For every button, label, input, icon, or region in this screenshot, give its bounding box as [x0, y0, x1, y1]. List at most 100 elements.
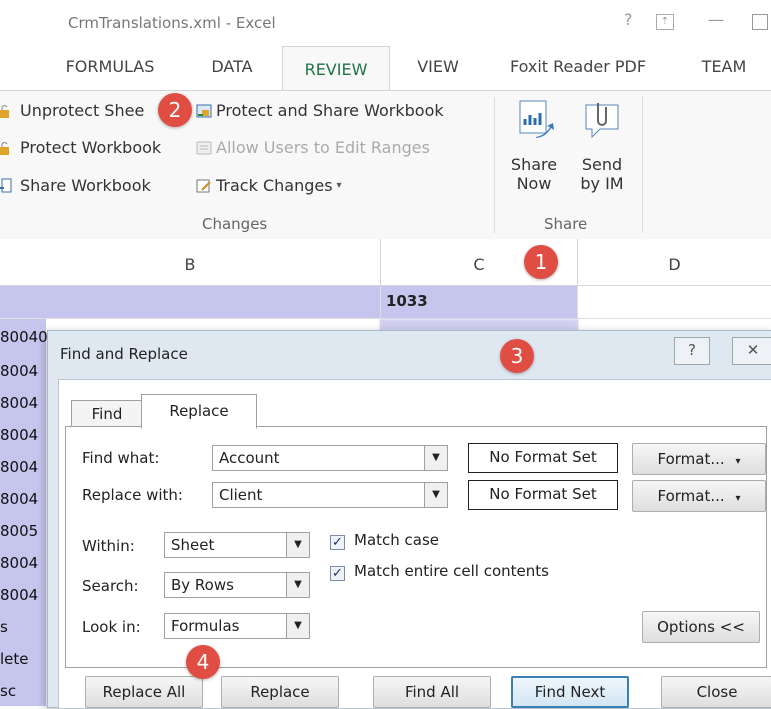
- find-format-button[interactable]: Format... ▾: [632, 443, 766, 475]
- replace-with-label: Replace with:: [82, 486, 183, 504]
- allow-users-icon: [196, 140, 212, 156]
- tab-team[interactable]: TEAM: [686, 44, 762, 90]
- share-now-button[interactable]: Share Now: [506, 99, 562, 207]
- annotation-badge-4: 4: [186, 645, 220, 679]
- find-what-input[interactable]: Account ▼: [212, 445, 448, 471]
- title-bar: CrmTranslations.xml - Excel ? ⇡ —: [0, 0, 771, 44]
- replace-with-input[interactable]: Client ▼: [212, 482, 448, 508]
- find-what-value: Account: [219, 449, 280, 467]
- share-workbook-icon: [0, 178, 16, 194]
- window-title: CrmTranslations.xml - Excel: [68, 14, 276, 32]
- find-what-label: Find what:: [82, 449, 160, 467]
- minimize-button[interactable]: —: [708, 10, 724, 29]
- look-in-value: Formulas: [171, 617, 240, 635]
- unprotect-sheet-label: Unprotect Shee: [20, 101, 145, 120]
- dialog-title: Find and Replace: [60, 345, 188, 363]
- help-icon[interactable]: ?: [624, 10, 633, 29]
- options-button[interactable]: Options <<: [642, 611, 760, 643]
- column-headers: B C D: [0, 239, 771, 286]
- annotation-badge-2: 2: [158, 93, 192, 127]
- chevron-down-icon: ▾: [735, 456, 741, 467]
- maximize-button[interactable]: [752, 14, 768, 30]
- column-header-d[interactable]: D: [578, 239, 771, 285]
- dialog-body: Find Replace Find what: Account ▼ No For…: [58, 379, 771, 709]
- tab-foxit-reader-pdf[interactable]: Foxit Reader PDF: [500, 44, 656, 90]
- within-select[interactable]: Sheet ▼: [164, 532, 310, 558]
- protect-share-icon: [196, 103, 212, 119]
- replace-tab-panel: Find what: Account ▼ No Format Set Forma…: [65, 426, 767, 668]
- replace-format-button[interactable]: Format... ▾: [632, 480, 766, 512]
- cell-c1[interactable]: 1033: [386, 292, 428, 310]
- tab-review[interactable]: REVIEW: [282, 46, 390, 94]
- dialog-help-button[interactable]: ?: [674, 337, 710, 365]
- group-separator: [494, 97, 495, 233]
- tab-find[interactable]: Find: [71, 400, 143, 427]
- replace-with-value: Client: [219, 486, 263, 504]
- chevron-down-icon[interactable]: ▼: [424, 446, 447, 470]
- format-button-label: Format...: [657, 450, 725, 468]
- column-header-b[interactable]: B: [0, 239, 381, 285]
- annotation-badge-3: 3: [500, 339, 534, 373]
- within-label: Within:: [82, 537, 135, 555]
- find-format-preview: No Format Set: [468, 443, 618, 473]
- find-next-button[interactable]: Find Next: [511, 676, 629, 708]
- tab-replace[interactable]: Replace: [141, 394, 257, 429]
- allow-users-edit-ranges-button[interactable]: Allow Users to Edit Ranges: [196, 138, 430, 157]
- share-workbook-label: Share Workbook: [20, 176, 151, 195]
- find-all-button[interactable]: Find All: [373, 676, 491, 708]
- within-value: Sheet: [171, 536, 215, 554]
- close-button[interactable]: Close: [661, 676, 771, 708]
- match-case-label[interactable]: Match case: [354, 531, 439, 549]
- send-im-line2: by IM: [580, 174, 624, 193]
- tab-replace-label: Replace: [169, 402, 229, 420]
- search-value: By Rows: [171, 576, 234, 594]
- lock-icon: [0, 140, 16, 156]
- chevron-down-icon[interactable]: ▼: [286, 614, 309, 638]
- tab-find-label: Find: [91, 405, 123, 423]
- share-group-label: Share: [544, 215, 588, 233]
- replace-button[interactable]: Replace: [221, 676, 339, 708]
- tab-view[interactable]: VIEW: [400, 44, 476, 90]
- share-now-line2: Now: [516, 174, 552, 193]
- dialog-close-icon[interactable]: ✕: [732, 337, 771, 365]
- replace-format-preview: No Format Set: [468, 480, 618, 510]
- search-label: Search:: [82, 577, 139, 595]
- look-in-select[interactable]: Formulas ▼: [164, 613, 310, 639]
- send-by-im-button[interactable]: Send by IM: [572, 99, 632, 207]
- ribbon-display-icon[interactable]: ⇡: [656, 14, 674, 30]
- replace-all-button[interactable]: Replace All: [85, 676, 203, 708]
- chevron-down-icon[interactable]: ▼: [286, 533, 309, 557]
- track-changes-button[interactable]: Track Changes ▾: [196, 176, 342, 195]
- send-im-icon: [585, 103, 619, 139]
- protect-share-label: Protect and Share Workbook: [216, 101, 444, 120]
- annotation-badge-1: 1: [524, 245, 558, 279]
- share-workbook-button[interactable]: Share Workbook: [0, 176, 151, 195]
- track-changes-label: Track Changes: [216, 176, 333, 195]
- ribbon: Unprotect Shee Protect Workbook Share Wo…: [0, 90, 771, 240]
- match-case-checkbox[interactable]: ✓: [330, 535, 345, 550]
- unprotect-sheet-button[interactable]: Unprotect Shee: [0, 101, 144, 120]
- ribbon-tabs: FORMULAS DATA REVIEW VIEW Foxit Reader P…: [0, 44, 771, 94]
- tab-formulas[interactable]: FORMULAS: [50, 44, 170, 90]
- lock-icon: [0, 103, 16, 119]
- selected-row: [0, 286, 578, 318]
- protect-workbook-label: Protect Workbook: [20, 138, 162, 157]
- allow-users-label: Allow Users to Edit Ranges: [216, 138, 430, 157]
- chevron-down-icon: ▾: [735, 493, 741, 504]
- match-entire-checkbox[interactable]: ✓: [330, 566, 345, 581]
- protect-workbook-button[interactable]: Protect Workbook: [0, 138, 161, 157]
- group-separator: [642, 97, 643, 233]
- send-im-line1: Send: [581, 155, 623, 174]
- format-button-label: Format...: [657, 487, 725, 505]
- track-changes-icon: [196, 178, 212, 194]
- chevron-down-icon: ▾: [336, 180, 342, 191]
- share-now-line1: Share: [510, 155, 558, 174]
- protect-share-workbook-button[interactable]: Protect and Share Workbook: [196, 101, 444, 120]
- chevron-down-icon[interactable]: ▼: [286, 573, 309, 597]
- chevron-down-icon[interactable]: ▼: [424, 483, 447, 507]
- share-now-icon: [519, 100, 554, 138]
- search-select[interactable]: By Rows ▼: [164, 572, 310, 598]
- changes-group-label: Changes: [202, 215, 268, 233]
- tab-data[interactable]: DATA: [192, 44, 272, 90]
- match-entire-label[interactable]: Match entire cell contents: [354, 562, 549, 580]
